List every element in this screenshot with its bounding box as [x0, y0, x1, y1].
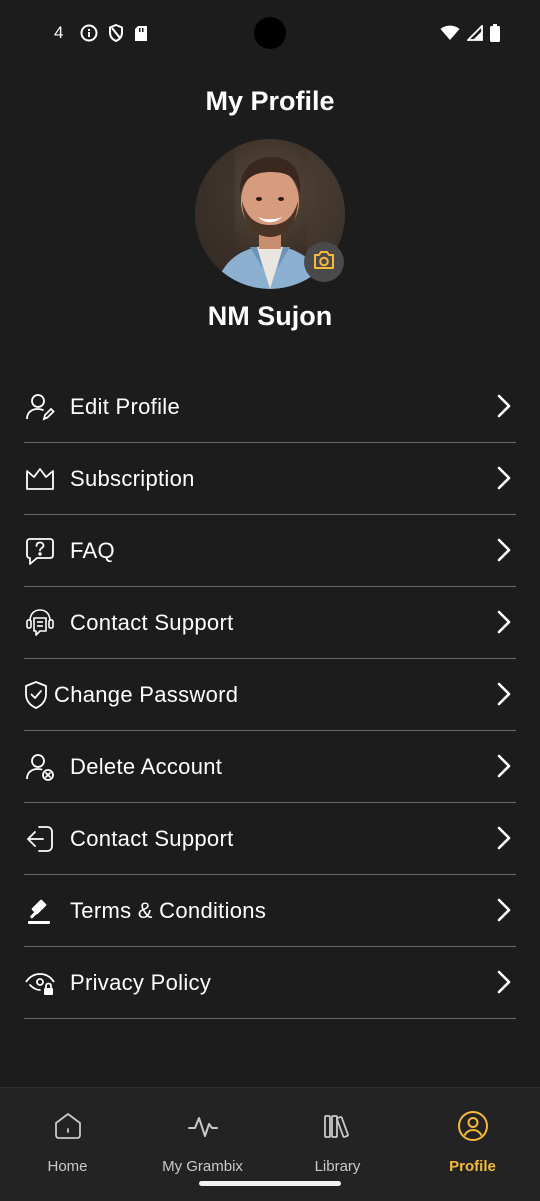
- menu-item-logout[interactable]: Contact Support: [24, 803, 516, 875]
- nav-item-profile[interactable]: Profile: [405, 1088, 540, 1201]
- chevron-right-icon: [496, 969, 512, 1000]
- logout-icon: [24, 823, 56, 855]
- menu-item-label: Subscription: [70, 465, 195, 491]
- menu-item-label: Edit Profile: [70, 393, 180, 419]
- status-bar: 4: [0, 0, 540, 66]
- wifi-icon: [440, 25, 460, 46]
- menu-item-label: Privacy Policy: [70, 969, 212, 995]
- menu-item-terms[interactable]: Terms & Conditions: [24, 875, 516, 947]
- signal-icon: [465, 23, 483, 46]
- camera-cutout: [254, 17, 286, 49]
- nav-label: My Grambix: [162, 1158, 243, 1175]
- chevron-right-icon: [496, 897, 512, 928]
- status-time: 4: [54, 23, 64, 42]
- battery-icon: [490, 24, 500, 47]
- user-delete-icon: [24, 751, 56, 783]
- user-name: NM Sujon: [207, 301, 333, 331]
- nav-item-home[interactable]: Home: [0, 1088, 135, 1201]
- chevron-right-icon: [496, 825, 512, 856]
- profile-icon: [457, 1110, 489, 1147]
- info-icon: [80, 24, 98, 47]
- profile-avatar[interactable]: [195, 139, 345, 289]
- profile-menu: Edit Profile Subscription FAQ Contact Su…: [24, 371, 516, 1019]
- vpn-shield-icon: [108, 23, 124, 47]
- menu-item-edit-profile[interactable]: Edit Profile: [24, 371, 516, 443]
- sd-card-icon: [134, 25, 148, 47]
- menu-item-label: FAQ: [70, 537, 115, 563]
- home-indicator: [199, 1181, 341, 1186]
- crown-icon: [24, 463, 56, 495]
- library-icon: [322, 1110, 354, 1147]
- gavel-icon: [24, 895, 56, 927]
- shield-check-icon: [24, 679, 48, 711]
- menu-item-label: Delete Account: [70, 753, 223, 779]
- question-bubble-icon: [24, 535, 56, 567]
- chevron-right-icon: [496, 609, 512, 640]
- nav-label: Home: [47, 1158, 88, 1175]
- menu-item-subscription[interactable]: Subscription: [24, 443, 516, 515]
- chevron-right-icon: [496, 753, 512, 784]
- chevron-right-icon: [496, 393, 512, 424]
- menu-item-faq[interactable]: FAQ: [24, 515, 516, 587]
- activity-icon: [187, 1110, 219, 1147]
- user-edit-icon: [24, 391, 56, 423]
- menu-item-delete-account[interactable]: Delete Account: [24, 731, 516, 803]
- menu-item-contact-support[interactable]: Contact Support: [24, 587, 516, 659]
- change-photo-button[interactable]: [304, 242, 344, 282]
- camera-icon: [312, 249, 336, 276]
- chevron-right-icon: [496, 537, 512, 568]
- page-title: My Profile: [205, 86, 335, 116]
- chevron-right-icon: [496, 681, 512, 712]
- home-icon: [52, 1110, 84, 1147]
- chevron-right-icon: [496, 465, 512, 496]
- menu-item-label: Terms & Conditions: [70, 897, 267, 923]
- support-agent-icon: [24, 607, 56, 639]
- menu-item-label: Contact Support: [70, 609, 234, 635]
- nav-label: Library: [314, 1158, 361, 1175]
- menu-item-privacy-policy[interactable]: Privacy Policy: [24, 947, 516, 1019]
- menu-item-label: Contact Support: [70, 825, 234, 851]
- eye-lock-icon: [24, 967, 56, 999]
- nav-label: Profile: [449, 1158, 496, 1175]
- menu-item-label: Change Password: [54, 681, 239, 707]
- menu-item-change-password[interactable]: Change Password: [24, 659, 516, 731]
